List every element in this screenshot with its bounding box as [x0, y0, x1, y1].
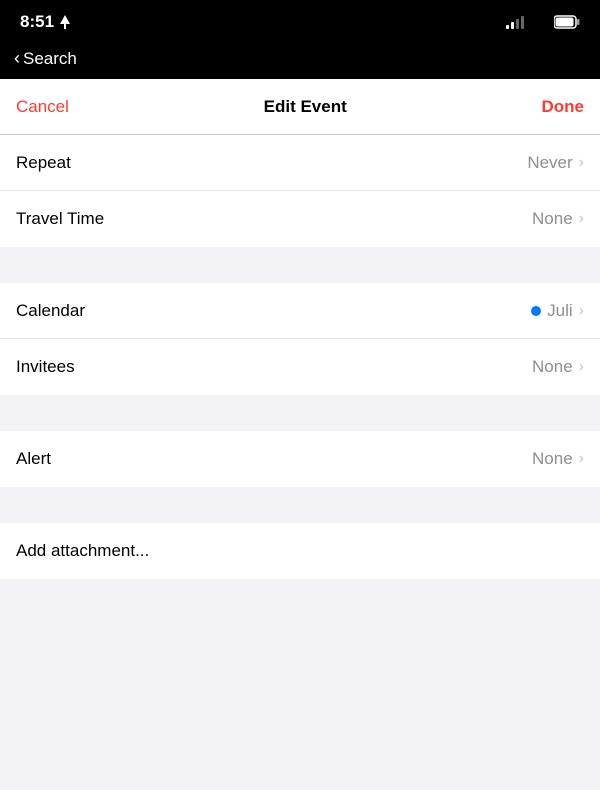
page-title: Edit Event	[264, 97, 347, 117]
cancel-button[interactable]: Cancel	[16, 97, 69, 117]
invitees-row[interactable]: Invitees None ›	[0, 339, 600, 395]
calendar-label: Calendar	[16, 301, 85, 321]
status-icons	[506, 15, 580, 29]
calendar-color-dot	[531, 306, 541, 316]
back-chevron-icon: ‹	[14, 48, 20, 69]
repeat-chevron-icon: ›	[579, 154, 584, 172]
travel-time-row[interactable]: Travel Time None ›	[0, 191, 600, 247]
section-divider-2	[0, 395, 600, 431]
calendar-row[interactable]: Calendar Juli ›	[0, 283, 600, 339]
travel-time-chevron-icon: ›	[579, 210, 584, 228]
add-attachment-label: Add attachment...	[16, 541, 149, 561]
calendar-value: Juli ›	[531, 301, 584, 321]
add-attachment-row[interactable]: Add attachment...	[0, 523, 600, 579]
navigation-icon	[59, 15, 71, 29]
repeat-value: Never ›	[527, 153, 584, 173]
invitees-chevron-icon: ›	[579, 358, 584, 376]
section-repeat-travel: Repeat Never › Travel Time None ›	[0, 135, 600, 247]
status-time: 8:51	[20, 12, 71, 32]
alert-label: Alert	[16, 449, 51, 469]
back-label: Search	[23, 49, 77, 69]
section-alert: Alert None ›	[0, 431, 600, 487]
done-button[interactable]: Done	[541, 97, 584, 117]
section-add-attachment: Add attachment...	[0, 523, 600, 579]
back-navigation[interactable]: ‹ Search	[0, 44, 600, 79]
travel-time-value: None ›	[532, 209, 584, 229]
section-divider-3	[0, 487, 600, 523]
signal-bars-icon	[506, 15, 524, 29]
navigation-bar: Cancel Edit Event Done	[0, 79, 600, 135]
section-divider-1	[0, 247, 600, 283]
battery-icon	[554, 15, 580, 29]
travel-time-label: Travel Time	[16, 209, 104, 229]
alert-row[interactable]: Alert None ›	[0, 431, 600, 487]
alert-chevron-icon: ›	[579, 450, 584, 468]
wifi-icon	[530, 15, 548, 29]
invitees-value: None ›	[532, 357, 584, 377]
repeat-row[interactable]: Repeat Never ›	[0, 135, 600, 191]
status-bar: 8:51	[0, 0, 600, 44]
invitees-label: Invitees	[16, 357, 75, 377]
repeat-label: Repeat	[16, 153, 71, 173]
alert-value: None ›	[532, 449, 584, 469]
back-button[interactable]: ‹ Search	[14, 48, 77, 69]
calendar-chevron-icon: ›	[579, 302, 584, 320]
section-calendar-invitees: Calendar Juli › Invitees None ›	[0, 283, 600, 395]
